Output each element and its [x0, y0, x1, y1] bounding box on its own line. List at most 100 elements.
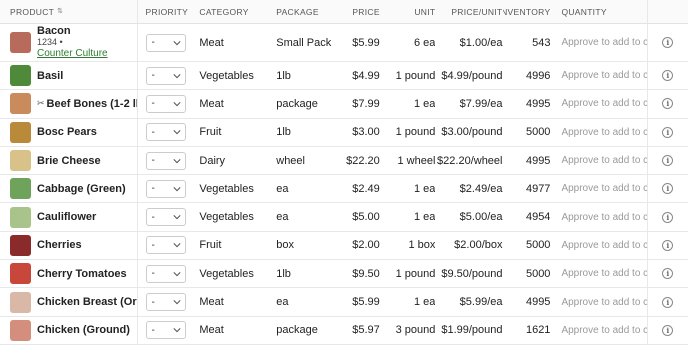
quantity-status: Approve to add to cart — [561, 70, 648, 82]
chevron-down-icon — [172, 215, 181, 220]
product-thumbnail — [10, 150, 31, 172]
table-row: ✂ Beef Bones (1-2 lbs) - Meat package $7… — [0, 90, 688, 119]
table-row: Cauliflower - Vegetables ea $5.00 1 ea $… — [0, 203, 688, 232]
info-icon[interactable]: i — [662, 211, 674, 223]
bone-icon: ✂ — [37, 98, 45, 109]
chevron-down-icon — [172, 243, 181, 248]
info-cell: i — [648, 62, 688, 89]
product-name[interactable]: Cherry Tomatoes — [37, 268, 127, 280]
quantity-cell: Approve to add to cart — [550, 118, 648, 146]
header-product[interactable]: PRODUCT ⇅ — [0, 0, 138, 23]
product-thumbnail — [10, 93, 31, 115]
header-quantity-label: QUANTITY — [561, 6, 607, 17]
header-info — [648, 0, 688, 23]
product-name[interactable]: Bacon — [37, 26, 108, 37]
priority-cell: - — [138, 260, 196, 287]
header-inventory: INVENTORY — [503, 0, 551, 23]
product-name[interactable]: Brie Cheese — [37, 155, 101, 167]
quantity-cell: Approve to add to cart — [550, 260, 648, 288]
price-cell: $9.50 — [352, 267, 380, 280]
priority-select[interactable]: - — [145, 123, 186, 142]
product-cell: Cabbage (Green) — [0, 175, 138, 203]
table-row: Basil - Vegetables 1lb $4.99 1 pound $4.… — [0, 62, 688, 91]
priority-cell: - — [138, 24, 196, 61]
info-icon[interactable]: i — [662, 37, 674, 48]
priority-cell: - — [138, 288, 196, 315]
product-name[interactable]: Beef Bones (1-2 lbs) — [47, 98, 137, 110]
info-icon[interactable]: i — [662, 324, 674, 336]
category-cell: Vegetables — [199, 211, 254, 224]
priority-select[interactable]: - — [145, 236, 186, 255]
package-cell: package — [276, 97, 318, 110]
header-price: PRICE — [338, 0, 380, 23]
info-icon[interactable]: i — [662, 126, 674, 138]
category-cell: Vegetables — [199, 182, 254, 195]
vendor-link[interactable]: Counter Culture — [37, 48, 108, 59]
priority-value: - — [151, 126, 155, 138]
package-cell: wheel — [276, 154, 305, 167]
header-unit: UNIT — [380, 0, 436, 23]
priority-select[interactable]: - — [145, 94, 186, 113]
sort-icon[interactable]: ⇅ — [57, 8, 63, 16]
product-name[interactable]: Chicken Breast (Organic) — [37, 296, 137, 308]
priority-select[interactable]: - — [145, 321, 186, 340]
price-unit-cell: $4.99/pound — [441, 69, 503, 82]
priority-select[interactable]: - — [145, 208, 186, 227]
product-cell: Bacon 1234 • Counter Culture — [0, 24, 138, 61]
product-cell: Bosc Pears — [0, 118, 138, 146]
price-unit-cell: $1.00/ea — [459, 36, 503, 49]
product-name[interactable]: Basil — [37, 70, 63, 82]
header-price-label: PRICE — [352, 6, 380, 17]
product-name[interactable]: Bosc Pears — [37, 126, 97, 138]
header-priority-label: PRIORITY — [145, 6, 189, 17]
priority-cell: - — [138, 232, 196, 259]
priority-select[interactable]: - — [145, 179, 186, 198]
product-thumbnail — [10, 65, 31, 87]
info-cell: i — [648, 175, 688, 202]
product-name[interactable]: Cabbage (Green) — [37, 183, 126, 195]
priority-select[interactable]: - — [145, 151, 186, 170]
info-cell: i — [648, 90, 688, 117]
priority-cell: - — [138, 62, 196, 89]
inventory-cell: 5000 — [525, 239, 551, 252]
product-name[interactable]: Chicken (Ground) — [37, 324, 130, 336]
product-name[interactable]: Cherries — [37, 239, 82, 251]
table-row: Chicken (Ground) - Meat package $5.97 3 … — [0, 316, 688, 345]
inventory-cell: 543 — [532, 36, 551, 49]
quantity-status: Approve to add to cart — [561, 296, 648, 308]
quantity-status: Approve to add to cart — [561, 324, 648, 336]
chevron-down-icon — [172, 186, 181, 192]
priority-value: - — [151, 239, 155, 251]
info-icon[interactable]: i — [662, 155, 674, 167]
chevron-down-icon — [172, 328, 181, 333]
header-category-label: CATEGORY — [199, 6, 249, 17]
info-icon[interactable]: i — [662, 239, 674, 251]
chevron-down-icon — [172, 158, 181, 163]
table-row: Brie Cheese - Dairy wheel $22.20 1 wheel… — [0, 146, 688, 176]
product-thumbnail — [10, 319, 31, 341]
header-product-label: PRODUCT — [10, 6, 55, 17]
table-header: PRODUCT ⇅ PRIORITY CATEGORY PACKAGE PRIC… — [0, 0, 688, 24]
quantity-status: Approve to add to cart — [561, 126, 648, 138]
priority-value: - — [151, 155, 155, 167]
category-cell: Meat — [199, 324, 224, 337]
priority-select[interactable]: - — [145, 264, 186, 283]
info-icon[interactable]: i — [662, 70, 674, 82]
quantity-cell: Approve to add to cart — [550, 90, 648, 118]
priority-select[interactable]: - — [145, 293, 186, 312]
product-thumbnail — [10, 234, 31, 256]
product-name[interactable]: Cauliflower — [37, 211, 96, 223]
priority-select[interactable]: - — [145, 33, 186, 52]
unit-cell: 1 ea — [413, 97, 436, 110]
quantity-status: Approve to add to cart — [561, 183, 648, 195]
unit-cell: 1 pound — [395, 267, 436, 280]
priority-value: - — [151, 324, 155, 336]
info-icon[interactable]: i — [662, 296, 674, 308]
category-cell: Fruit — [199, 126, 222, 139]
info-icon[interactable]: i — [662, 268, 674, 280]
table-row: Cabbage (Green) - Vegetables ea $2.49 1 … — [0, 175, 688, 204]
priority-select[interactable]: - — [145, 66, 186, 85]
chevron-down-icon — [172, 73, 181, 78]
info-icon[interactable]: i — [662, 98, 674, 110]
info-icon[interactable]: i — [662, 183, 674, 195]
